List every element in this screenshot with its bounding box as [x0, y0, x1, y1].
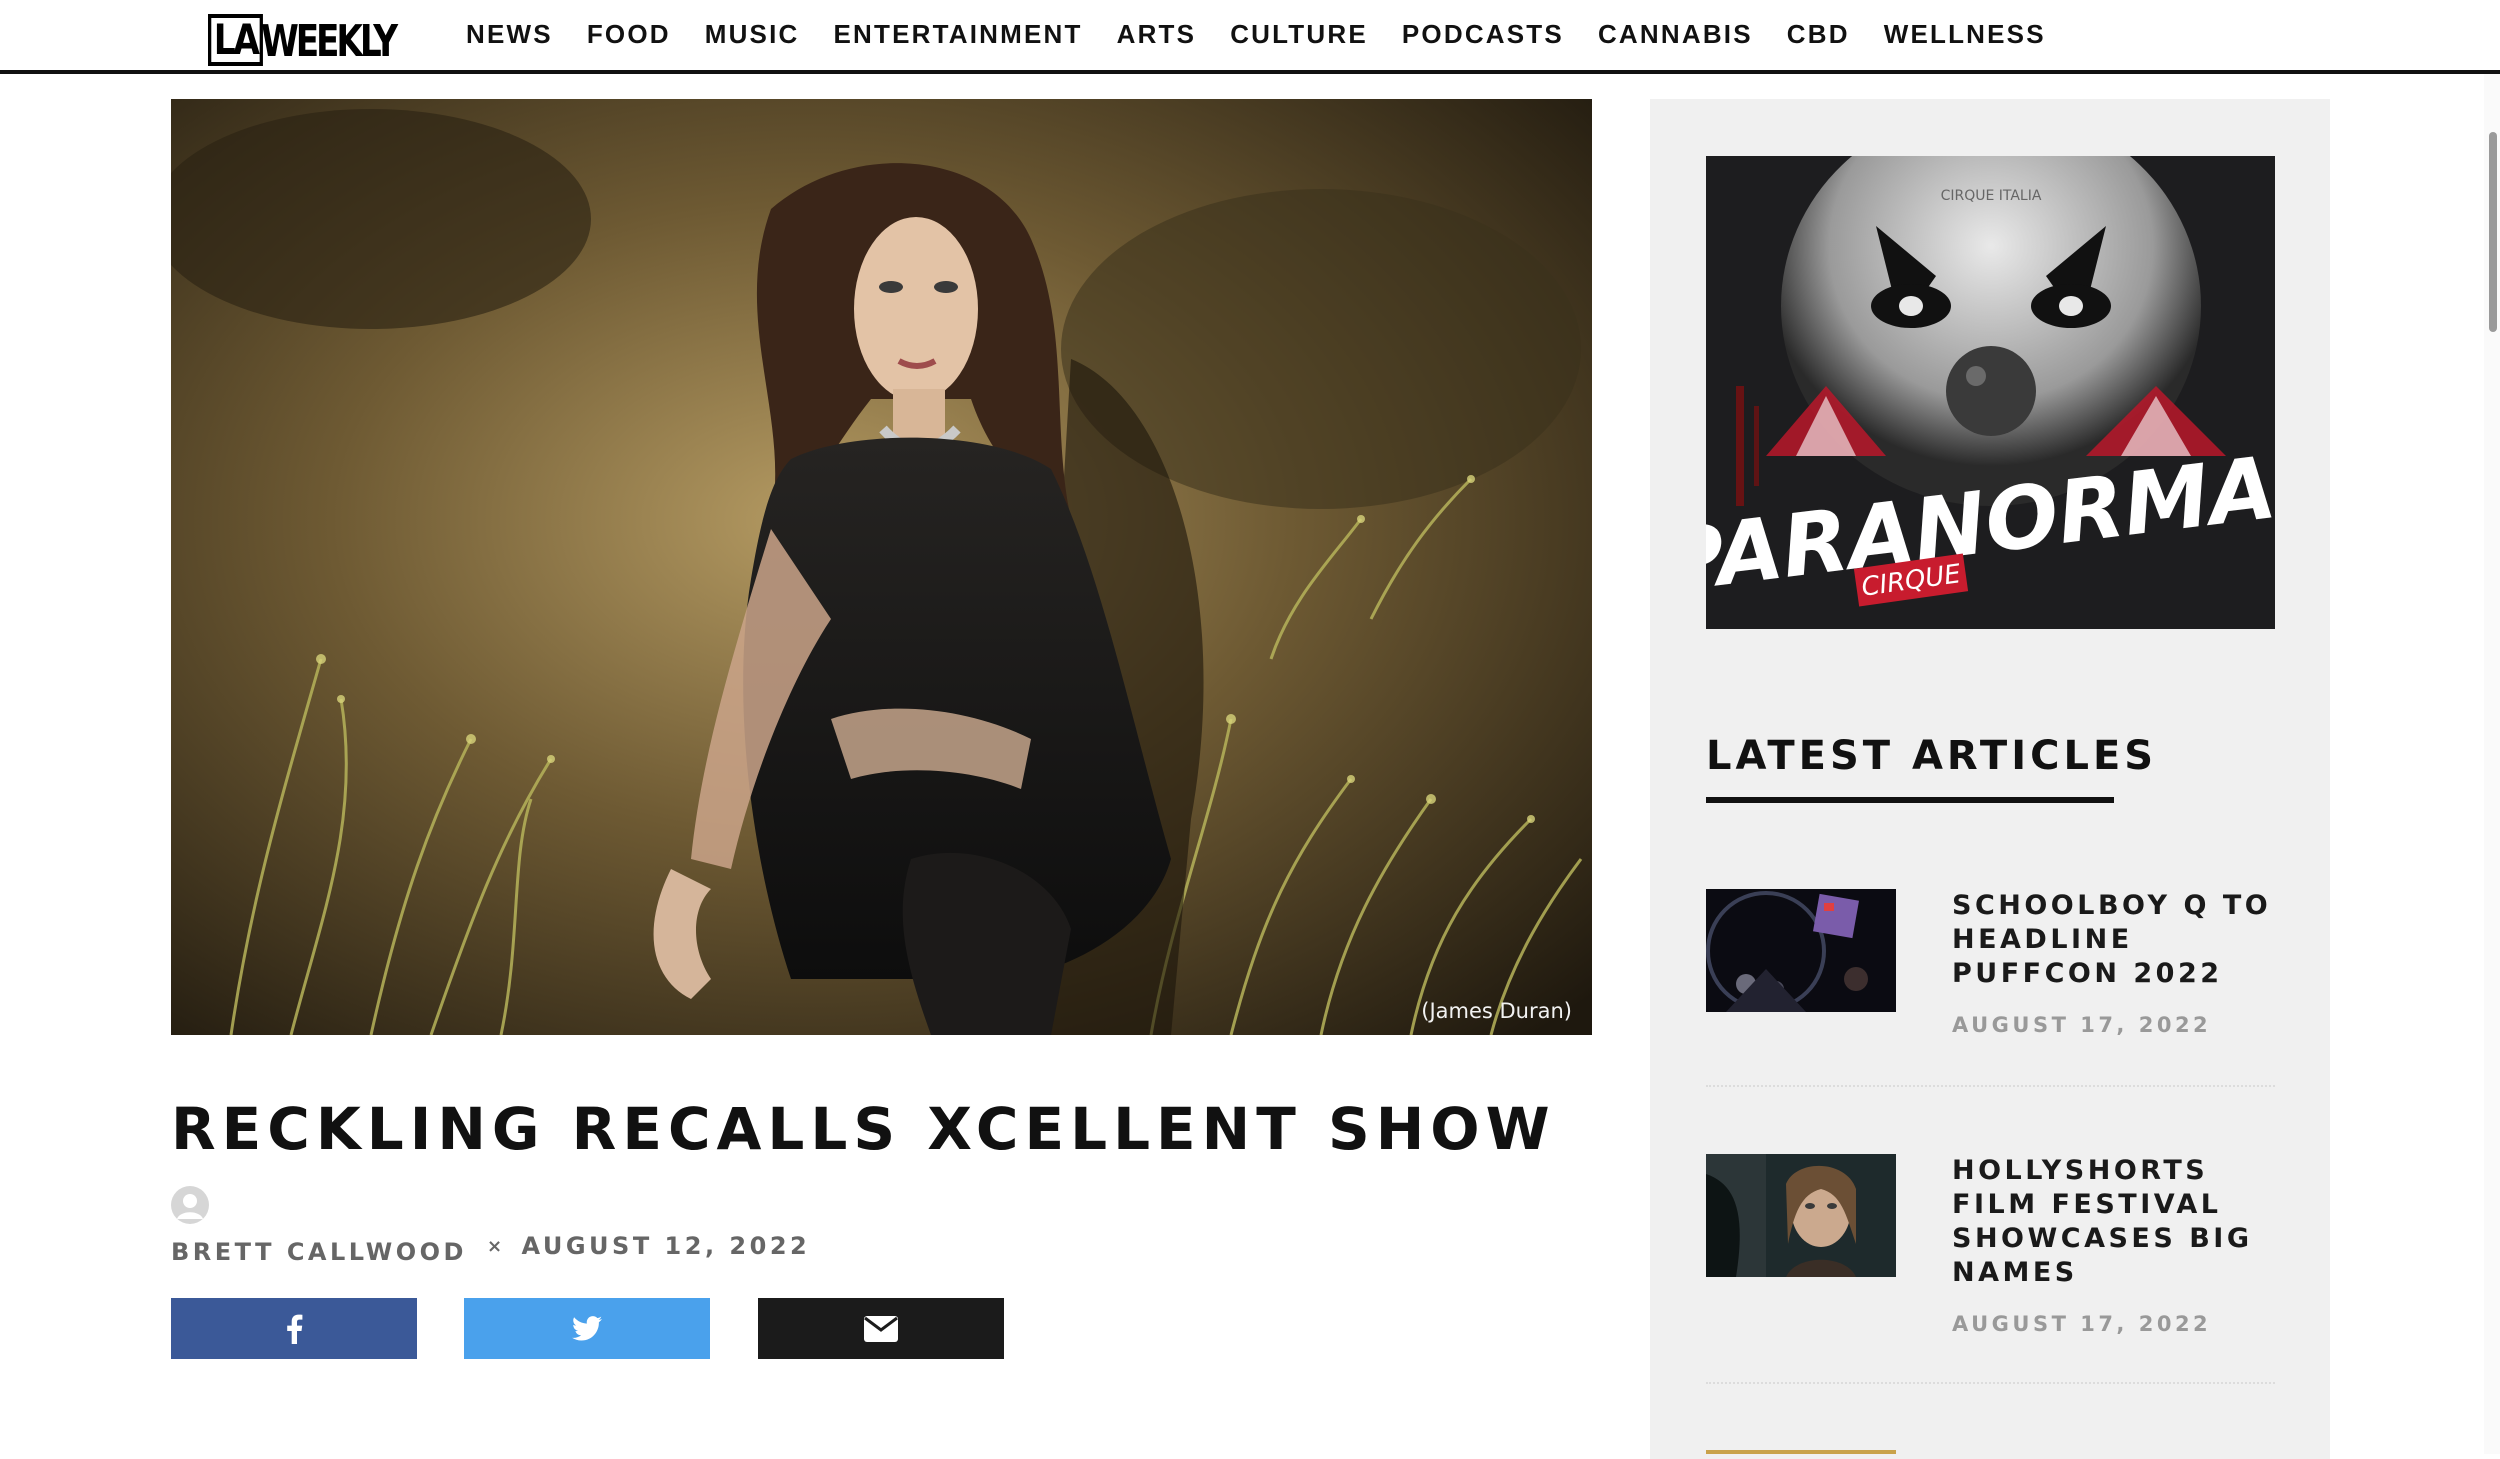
- article-title-link[interactable]: HOLLYSHORTS FILM FESTIVAL SHOWCASES BIG …: [1952, 1154, 2275, 1290]
- image-caption: (James Duran): [1421, 999, 1572, 1023]
- author-name-link[interactable]: BRETT CALLWOOD: [171, 1238, 467, 1266]
- ad-artwork: CIRQUE ITALIA PARANORMAL CIRQUE: [1706, 156, 2275, 629]
- article-date: AUGUST 17, 2022: [1952, 1013, 2212, 1037]
- latest-articles-heading: LATEST ARTICLES: [1706, 733, 2158, 779]
- article-thumbnail[interactable]: [1706, 1154, 1896, 1277]
- publish-date: AUGUST 12, 2022: [521, 1232, 811, 1260]
- article-divider: [1706, 1085, 2275, 1087]
- heading-underline: [1706, 797, 2114, 803]
- meta-separator: ×: [486, 1236, 506, 1257]
- envelope-icon: [864, 1315, 898, 1342]
- nav-item-news[interactable]: NEWS: [466, 14, 553, 54]
- share-twitter-button[interactable]: [464, 1298, 710, 1359]
- latest-article-item[interactable]: SCHOOLBOY Q TO HEADLINE PUFFCON 2022 AUG…: [1706, 889, 2275, 1089]
- article-hero-image: (James Duran): [171, 99, 1592, 1035]
- article-title: RECKLING RECALLS XCELLENT SHOW: [171, 1095, 1556, 1163]
- concert-thumbnail: [1706, 889, 1896, 1012]
- main-nav: NEWS FOOD MUSIC ENTERTAINMENT ARTS CULTU…: [466, 14, 2080, 54]
- author-avatar-icon: [171, 1186, 209, 1224]
- nav-item-cannabis[interactable]: CANNABIS: [1598, 14, 1753, 54]
- article-meta: BRETT CALLWOOD × AUGUST 12, 2022: [171, 1230, 810, 1266]
- site-header: LA WEEKLY NEWS FOOD MUSIC ENTERTAINMENT …: [0, 0, 2500, 74]
- page-scrollbar-thumb[interactable]: [2489, 132, 2497, 332]
- nav-item-food[interactable]: FOOD: [587, 14, 671, 54]
- article-thumbnail[interactable]: [1706, 889, 1896, 1012]
- ad-top-text: CIRQUE ITALIA: [1941, 188, 2042, 204]
- logo-la-box: LA: [208, 14, 264, 66]
- share-email-button[interactable]: [758, 1298, 1004, 1359]
- share-facebook-button[interactable]: [171, 1298, 417, 1359]
- paranormal-cirque-ad[interactable]: CIRQUE ITALIA PARANORMAL CIRQUE: [1706, 156, 2275, 629]
- twitter-icon: [572, 1316, 602, 1341]
- facebook-icon: [287, 1314, 303, 1344]
- nav-item-entertainment[interactable]: ENTERTAINMENT: [834, 14, 1083, 54]
- film-still-thumbnail: [1706, 1154, 1896, 1277]
- nav-item-arts[interactable]: ARTS: [1117, 14, 1197, 54]
- article-title-link[interactable]: SCHOOLBOY Q TO HEADLINE PUFFCON 2022: [1952, 889, 2275, 991]
- latest-article-item[interactable]: HOLLYSHORTS FILM FESTIVAL SHOWCASES BIG …: [1706, 1154, 2275, 1384]
- hero-photo: [171, 99, 1592, 1035]
- article-divider: [1706, 1382, 2275, 1384]
- nav-item-culture[interactable]: CULTURE: [1230, 14, 1368, 54]
- article-date: AUGUST 17, 2022: [1952, 1312, 2212, 1336]
- nav-item-music[interactable]: MUSIC: [705, 14, 800, 54]
- next-article-thumbnail[interactable]: [1706, 1450, 1896, 1454]
- logo-weekly-text: WEEKLY: [261, 16, 398, 67]
- nav-item-podcasts[interactable]: PODCASTS: [1402, 14, 1564, 54]
- la-weekly-logo[interactable]: LA WEEKLY: [208, 14, 433, 66]
- nav-item-cbd[interactable]: CBD: [1787, 14, 1850, 54]
- nav-item-wellness[interactable]: WELLNESS: [1884, 14, 2046, 54]
